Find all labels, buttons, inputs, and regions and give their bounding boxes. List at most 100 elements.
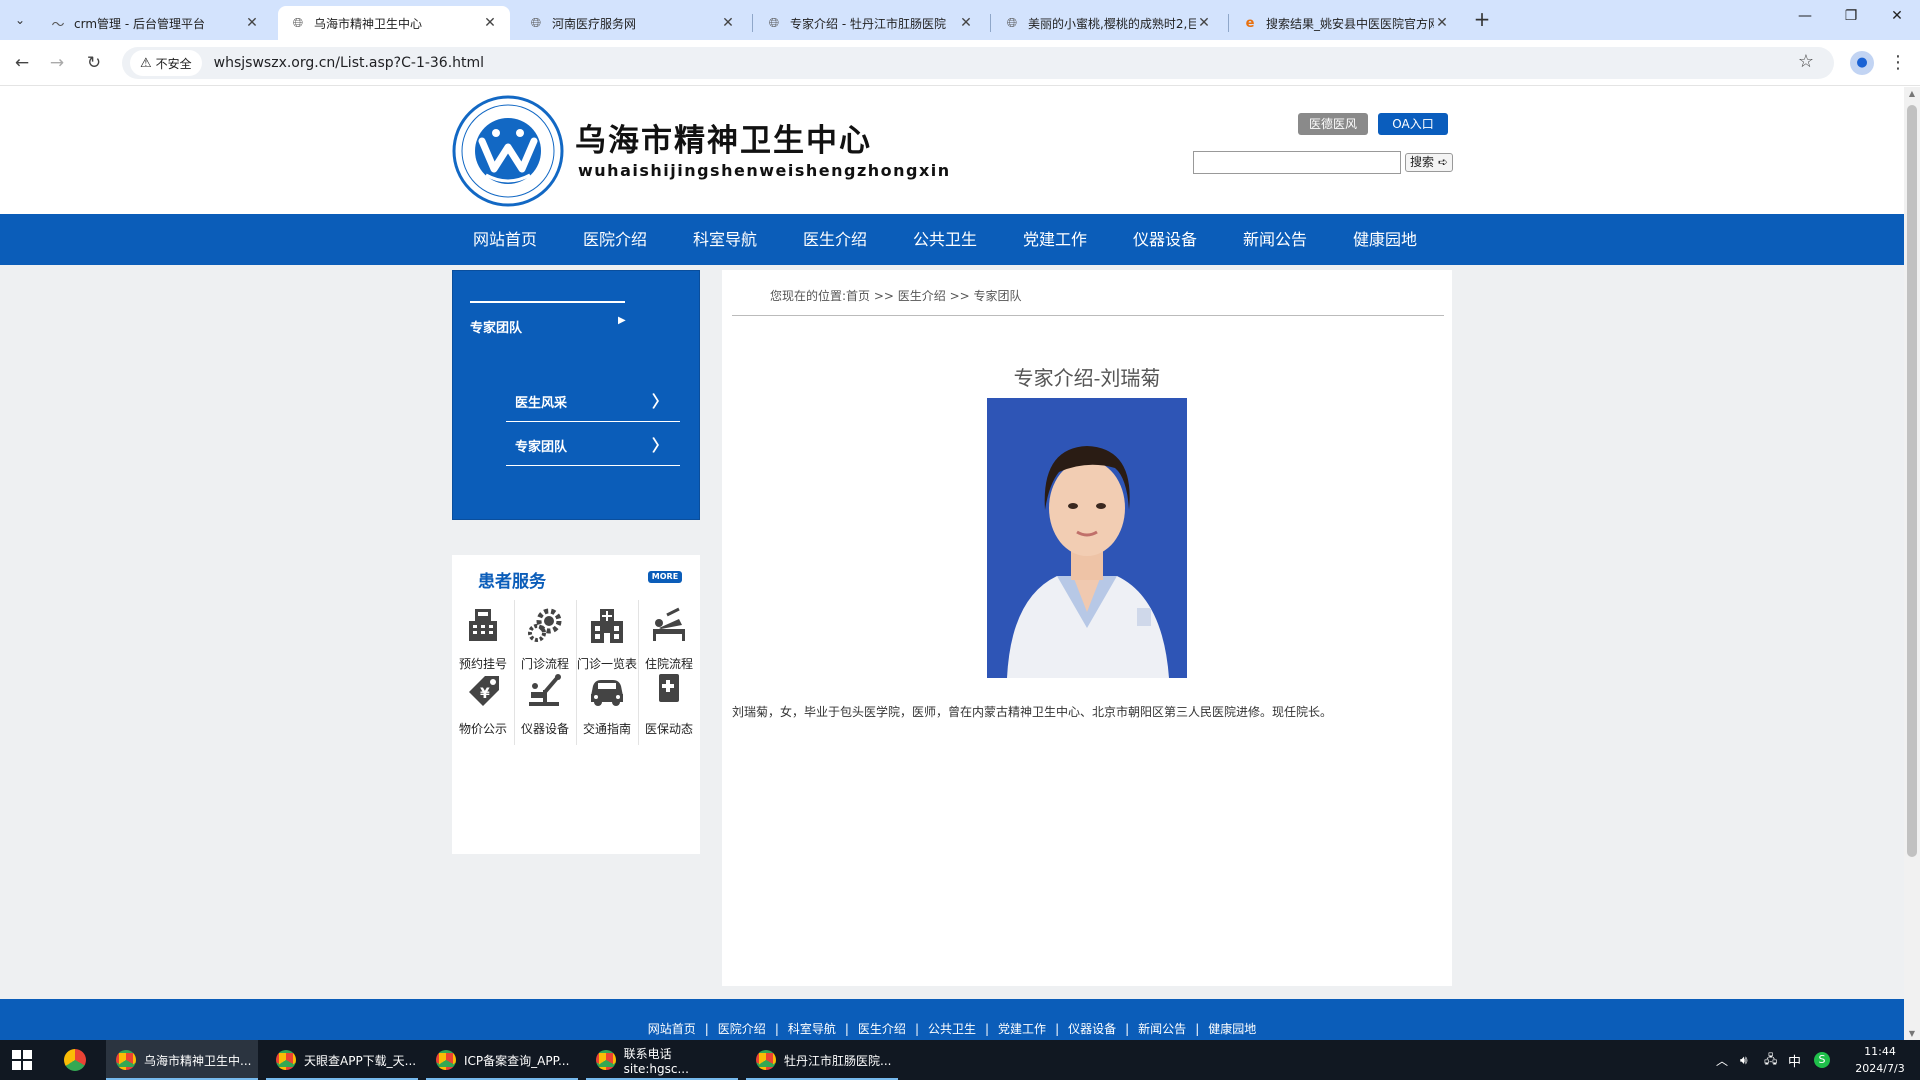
window-close-icon[interactable]: ✕ xyxy=(1882,8,1912,24)
taskbar-app-tianyancha[interactable]: 天眼查APP下载_天... xyxy=(266,1040,418,1080)
service-outpatient-process[interactable]: 门诊流程 xyxy=(514,605,576,679)
close-icon[interactable]: ✕ xyxy=(244,15,260,31)
bookmark-star-icon[interactable]: ☆ xyxy=(1798,51,1814,72)
tab-peach[interactable]: 🌐︎ 美丽的小蜜桃,樱桃的成熟时2,巨 ✕ xyxy=(992,6,1224,40)
taskbar-app-mudanjiang[interactable]: 牡丹江市肛肠医院... xyxy=(746,1040,898,1080)
microscope-icon xyxy=(529,674,561,706)
tab-separator xyxy=(752,14,753,32)
service-register[interactable]: 预约挂号 xyxy=(452,605,514,679)
medical-ethics-button[interactable]: 医德医风 xyxy=(1298,113,1368,135)
network-icon[interactable]: 🖧︎ xyxy=(1764,1040,1777,1080)
app-tray-s-icon[interactable]: S xyxy=(1814,1040,1830,1080)
footer-link[interactable]: 健康园地 xyxy=(1208,1022,1256,1036)
ime-indicator[interactable]: 中 xyxy=(1788,1040,1801,1080)
close-icon[interactable]: ✕ xyxy=(1434,15,1450,31)
close-icon[interactable]: ✕ xyxy=(1196,15,1212,31)
service-outpatient-list[interactable]: 门诊一览表 xyxy=(576,605,638,679)
restore-icon[interactable]: ❐ xyxy=(1836,8,1866,24)
chrome-icon xyxy=(436,1050,456,1070)
browser-menu-icon[interactable]: ⋮ xyxy=(1888,51,1908,75)
tab-title: 乌海市精神卫生中心 xyxy=(314,16,423,31)
service-price[interactable]: ¥ 物价公示 xyxy=(452,670,514,744)
site-search-input[interactable] xyxy=(1193,151,1401,174)
footer-link[interactable]: 公共卫生 xyxy=(928,1022,976,1036)
nav-departments[interactable]: 科室导航 xyxy=(693,214,757,265)
close-icon[interactable]: ✕ xyxy=(958,15,974,31)
taskbar-app-wuhai[interactable]: 乌海市精神卫生中... xyxy=(106,1040,258,1080)
sidebar-item-doctor-style[interactable]: 医生风采 〉 xyxy=(506,378,680,422)
nav-public-health[interactable]: 公共卫生 xyxy=(913,214,977,265)
tab-yaoan[interactable]: e 搜索结果_姚安县中医医院官方网 ✕ xyxy=(1230,6,1462,40)
footer-link[interactable]: 仪器设备 xyxy=(1068,1022,1116,1036)
oa-entry-button[interactable]: OA入口 xyxy=(1378,113,1448,135)
sidebar-item-label: 医生风采 xyxy=(515,396,568,411)
sidebar-item-expert-team[interactable]: 专家团队 〉 xyxy=(506,422,680,466)
footer-link[interactable]: 医生介绍 xyxy=(858,1022,906,1036)
nav-equipment[interactable]: 仪器设备 xyxy=(1133,214,1197,265)
service-equipment[interactable]: 仪器设备 xyxy=(514,670,576,744)
separator: | xyxy=(1055,1022,1060,1036)
service-traffic[interactable]: 交通指南 xyxy=(576,670,638,744)
omnibox[interactable]: ⚠ 不安全 whsjswszx.org.cn/List.asp?C-1-36.h… xyxy=(122,47,1834,79)
tray-chevron-up-icon[interactable]: ︿ xyxy=(1716,1040,1728,1080)
new-tab-icon[interactable]: + xyxy=(1470,8,1494,32)
patient-services-panel: 患者服务 MORE 预约挂号 门诊流程 门诊一览表 住院流程 ¥ 物价公示 仪器… xyxy=(452,555,700,854)
more-link[interactable]: MORE xyxy=(648,571,682,583)
footer-link[interactable]: 医院介绍 xyxy=(718,1022,766,1036)
service-insurance[interactable]: 医保动态 xyxy=(638,670,700,744)
car-icon xyxy=(591,680,623,706)
taskbar-app-label: 联系电话 site:hgsc... xyxy=(623,1046,689,1076)
triangle-right-icon: ▶ xyxy=(618,315,626,326)
taskbar-app-icp[interactable]: ICP备案查询_APP... xyxy=(426,1040,578,1080)
tab-mudanjiang[interactable]: 🌐︎ 专家介绍 - 牡丹江市肛肠医院 ✕ xyxy=(754,6,986,40)
tab-henan[interactable]: 🌐︎ 河南医疗服务网 ✕ xyxy=(516,6,748,40)
footer-link[interactable]: 党建工作 xyxy=(998,1022,1046,1036)
security-chip[interactable]: ⚠ 不安全 xyxy=(130,50,202,76)
register-machine-icon xyxy=(469,609,497,641)
nav-hospital-intro[interactable]: 医院介绍 xyxy=(583,214,647,265)
taskbar-app-contact[interactable]: 联系电话 site:hgsc... xyxy=(586,1040,738,1080)
tab-crm[interactable]: 〜 crm管理 - 后台管理平台 ✕ xyxy=(38,6,272,40)
footer-nav: 网站首页 | 医院介绍 | 科室导航 | 医生介绍 | 公共卫生 | 党建工作 | 仪器设备 | 新闻公告 |… xyxy=(0,999,1904,1040)
forward-icon[interactable]: → xyxy=(45,51,69,75)
nav-doctors[interactable]: 医生介绍 xyxy=(803,214,867,265)
close-icon[interactable]: ✕ xyxy=(720,15,736,31)
taskbar-app-label: 天眼查APP下载_天... xyxy=(304,1053,417,1068)
close-icon[interactable]: ✕ xyxy=(482,15,498,31)
breadcrumb: 您现在的位置:首页 >> 医生介绍 >> 专家团队 xyxy=(770,289,1022,303)
page-scrollbar[interactable]: ▲ ▼ xyxy=(1904,87,1920,1040)
back-icon[interactable]: ← xyxy=(10,51,34,75)
doctor-portrait xyxy=(987,398,1187,678)
green-s-icon: S xyxy=(1814,1052,1830,1068)
windows-start-icon[interactable] xyxy=(12,1050,32,1070)
tab-search-icon[interactable]: ⌄ xyxy=(8,8,32,32)
scroll-down-icon[interactable]: ▼ xyxy=(1907,1029,1917,1038)
url-text[interactable]: whsjswszx.org.cn/List.asp?C-1-36.html xyxy=(214,55,484,71)
nav-party-work[interactable]: 党建工作 xyxy=(1023,214,1087,265)
nav-health[interactable]: 健康园地 xyxy=(1353,214,1417,265)
globe-icon: 🌐︎ xyxy=(768,15,780,31)
service-inpatient-process[interactable]: 住院流程 xyxy=(638,605,700,679)
volume-icon[interactable]: 🔊︎ xyxy=(1740,1040,1748,1080)
chrome-icon xyxy=(596,1050,616,1070)
system-clock[interactable]: 11:44 2024/7/3 xyxy=(1848,1043,1912,1077)
scroll-up-icon[interactable]: ▲ xyxy=(1907,89,1917,98)
footer-link[interactable]: 新闻公告 xyxy=(1138,1022,1186,1036)
tab-separator xyxy=(990,14,991,32)
browser-pinned-icon[interactable] xyxy=(64,1049,86,1071)
nav-news[interactable]: 新闻公告 xyxy=(1243,214,1307,265)
footer-link[interactable]: 网站首页 xyxy=(648,1022,696,1036)
main-nav: 网站首页 医院介绍 科室导航 医生介绍 公共卫生 党建工作 仪器设备 新闻公告 … xyxy=(0,214,1904,265)
tab-wuhai[interactable]: 🌐︎ 乌海市精神卫生中心 ✕ xyxy=(278,6,510,40)
nav-home[interactable]: 网站首页 xyxy=(473,214,537,265)
site-search-button[interactable]: 搜索 ➪ xyxy=(1405,153,1453,172)
profile-avatar-icon[interactable]: ● xyxy=(1850,51,1874,75)
gear-process-icon xyxy=(528,608,562,642)
minimize-icon[interactable]: — xyxy=(1790,8,1820,24)
reload-icon[interactable]: ↻ xyxy=(82,51,106,75)
site-name: 乌海市精神卫生中心 xyxy=(575,123,872,159)
scrollbar-thumb[interactable] xyxy=(1907,105,1917,857)
warning-icon: ⚠ xyxy=(140,55,152,71)
footer-link[interactable]: 科室导航 xyxy=(788,1022,836,1036)
patient-services-title: 患者服务 xyxy=(478,572,546,592)
